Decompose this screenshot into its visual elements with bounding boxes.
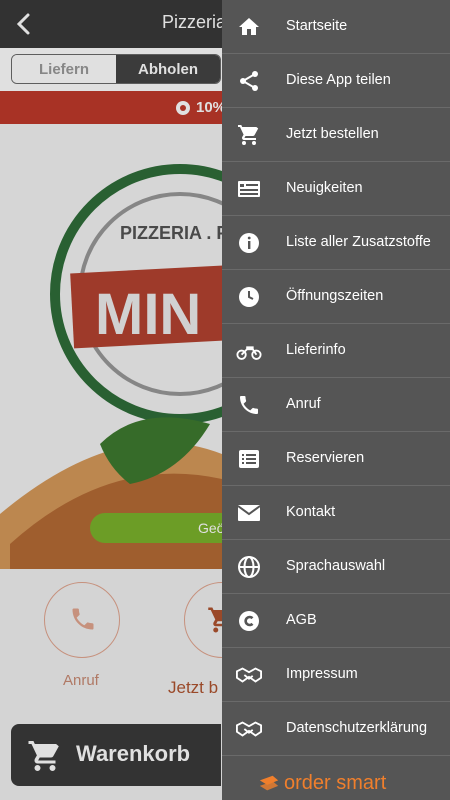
- brand-name: order smart: [284, 772, 387, 794]
- menu-item-label: Neuigkeiten: [286, 180, 363, 196]
- brand-footer: order smart: [222, 760, 450, 800]
- menu-item-delivery-info[interactable]: Lieferinfo: [222, 324, 450, 378]
- motorcycle-icon: [236, 346, 262, 360]
- globe-icon: [238, 556, 260, 578]
- menu-item-reserve[interactable]: Reservieren: [222, 432, 450, 486]
- menu-item-label: Impressum: [286, 666, 358, 682]
- menu-item-label: Diese App teilen: [286, 72, 391, 88]
- menu-item-imprint[interactable]: Impressum: [222, 648, 450, 702]
- menu-item-opening-hours[interactable]: Öffnungszeiten: [222, 270, 450, 324]
- cart-icon: [238, 125, 259, 145]
- clock-icon: [239, 287, 259, 307]
- mail-icon: [237, 505, 261, 521]
- menu-item-label: Anruf: [286, 396, 321, 412]
- menu-item-label: Sprachauswahl: [286, 558, 386, 574]
- home-icon: [239, 18, 259, 35]
- handshake-icon: [236, 667, 262, 683]
- phone-icon: [240, 396, 258, 414]
- menu-item-label: Datenschutzerklärung: [286, 720, 428, 736]
- menu-item-label: AGB: [286, 612, 317, 628]
- menu-item-news[interactable]: Neuigkeiten: [222, 162, 450, 216]
- menu-item-home[interactable]: Startseite: [222, 0, 450, 54]
- menu-item-contact[interactable]: Kontakt: [222, 486, 450, 540]
- list-icon: [239, 450, 259, 468]
- news-icon: [238, 181, 260, 197]
- menu-item-language[interactable]: Sprachauswahl: [222, 540, 450, 594]
- menu-item-additives[interactable]: Liste aller Zusatzstoffe: [222, 216, 450, 270]
- menu-item-label: Startseite: [286, 18, 348, 34]
- menu-item-order[interactable]: Jetzt bestellen: [222, 108, 450, 162]
- info-icon: [239, 233, 259, 253]
- handshake-icon: [236, 721, 262, 737]
- menu-item-label: Öffnungszeiten: [286, 288, 384, 304]
- menu-item-label: Jetzt bestellen: [286, 126, 379, 142]
- copyright-icon: [239, 611, 259, 631]
- menu-item-label: Reservieren: [286, 450, 365, 466]
- share-icon: [240, 71, 258, 91]
- menu-item-share[interactable]: Diese App teilen: [222, 54, 450, 108]
- navigation-drawer: Startseite Diese App teilen Jetzt bestel…: [222, 0, 450, 800]
- menu-item-terms[interactable]: AGB: [222, 594, 450, 648]
- menu-item-privacy[interactable]: Datenschutzerklärung: [222, 702, 450, 756]
- menu-item-label: Kontakt: [286, 504, 336, 520]
- menu-item-label: Liste aller Zusatzstoffe: [286, 234, 431, 250]
- menu-item-call[interactable]: Anruf: [222, 378, 450, 432]
- menu-item-label: Lieferinfo: [286, 342, 346, 358]
- order-smart-logo-icon: [259, 775, 279, 791]
